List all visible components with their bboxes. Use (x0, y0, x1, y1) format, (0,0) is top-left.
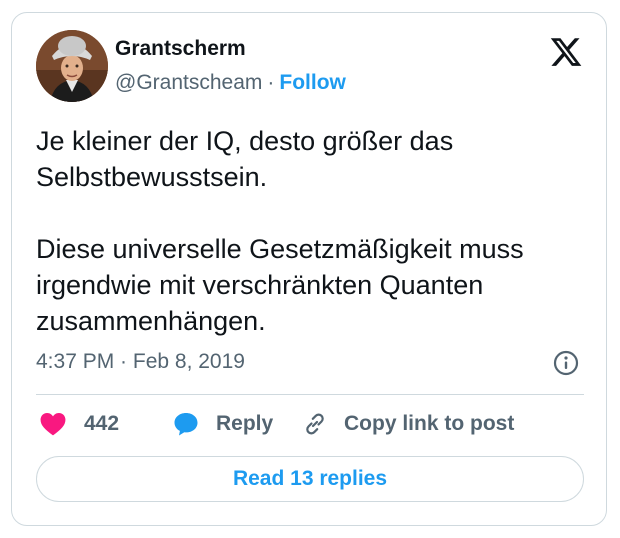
separator-dot: · (267, 71, 275, 94)
tweet-text-line: zusammenhängen. (36, 306, 266, 336)
link-icon (306, 413, 324, 435)
x-logo-icon[interactable] (549, 35, 583, 69)
author-avatar[interactable] (36, 30, 108, 102)
action-bar: 442 Reply Copy link to post (36, 409, 584, 439)
like-button[interactable]: 442 (40, 409, 119, 439)
info-icon[interactable] (553, 350, 579, 376)
tweet-text-line: Selbstbewusstsein. (36, 162, 268, 192)
copy-link-label: Copy link to post (344, 412, 515, 435)
copy-link-button[interactable]: Copy link to post (302, 409, 514, 439)
tweet-text-line: irgendwie mit verschränkten Quanten (36, 270, 484, 300)
tweet-text-line: Je kleiner der IQ, desto größer das (36, 126, 454, 156)
reply-bubble-icon (174, 413, 198, 436)
tweet-text-line: Diese universelle Gesetzmäßigkeit muss (36, 234, 524, 264)
author-name[interactable]: Grantscherm (115, 37, 246, 61)
author-handle-row: @Grantscheam · Follow (115, 71, 346, 95)
avatar-portrait-icon (36, 30, 108, 102)
author-handle[interactable]: @Grantscheam (115, 71, 262, 94)
tweet-card: Grantscherm @Grantscheam · Follow Je klein… (11, 12, 607, 526)
like-count: 442 (84, 412, 120, 435)
follow-button[interactable]: Follow (279, 71, 346, 94)
divider (36, 394, 584, 395)
read-replies-label: Read 13 replies (232, 467, 388, 490)
reply-label: Reply (216, 412, 274, 435)
tweet-timestamp[interactable]: 4:37 PM · Feb 8, 2019 (36, 350, 245, 374)
reply-button[interactable]: Reply (172, 409, 273, 439)
heart-icon (40, 412, 66, 436)
read-replies-button[interactable]: Read 13 replies (36, 456, 584, 502)
tweet-text: Je kleiner der IQ, desto größer das Selb… (36, 123, 591, 339)
